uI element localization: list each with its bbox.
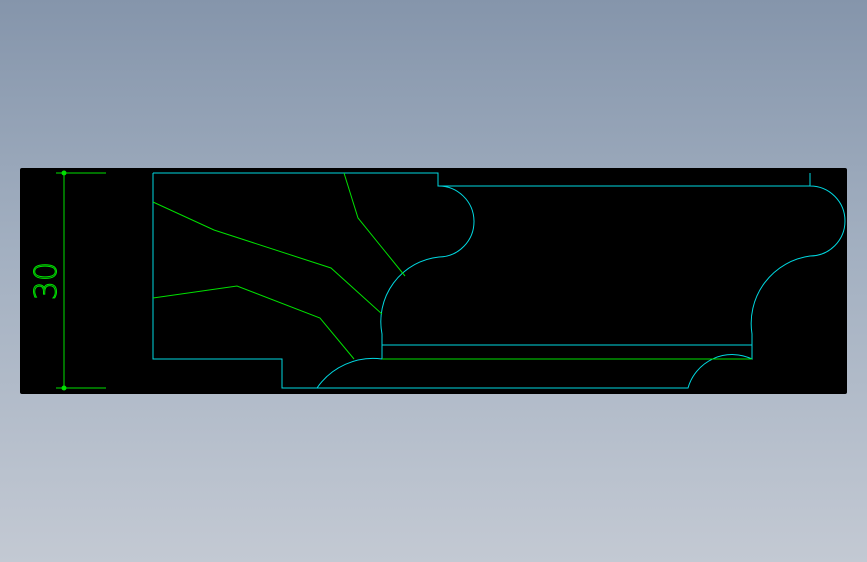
cad-viewport: 30 <box>0 0 867 562</box>
dimension-label: 30 <box>29 262 64 300</box>
vertical-dimension[interactable]: 30 <box>29 170 106 391</box>
moulding-profile[interactable] <box>152 172 846 389</box>
profile-drawing: 30 <box>29 170 846 391</box>
dimension-arrow-bottom <box>61 385 67 391</box>
profile-outline <box>152 172 846 389</box>
base-cove-arc <box>316 357 383 389</box>
section-line-2 <box>152 201 383 315</box>
section-line-3 <box>152 285 355 360</box>
dimension-arrow-top <box>61 170 67 176</box>
section-line-1 <box>343 172 406 277</box>
construction-lines <box>152 172 752 360</box>
